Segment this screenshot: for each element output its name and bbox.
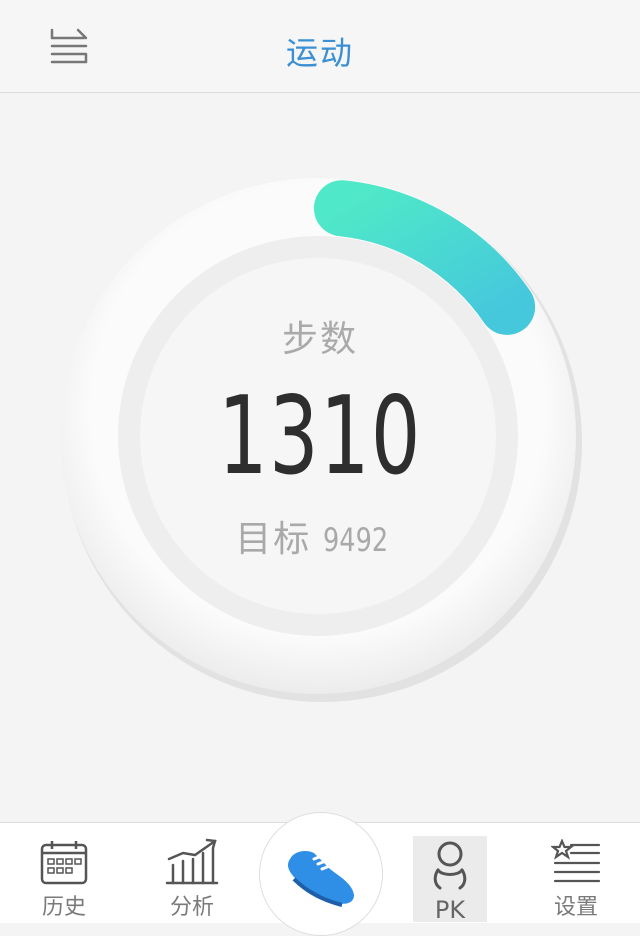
tab-pk[interactable]: PK	[413, 836, 487, 924]
steps-count: 1310	[218, 374, 422, 499]
tab-history-label: 历史	[41, 895, 86, 920]
tab-analysis-label: 分析	[169, 895, 214, 920]
activity-ring: 步数 1310 目标 9492	[0, 92, 640, 822]
goal-label: 目标	[235, 519, 312, 560]
goal-row: 目标 9492	[0, 510, 640, 562]
tab-activity[interactable]	[259, 812, 383, 936]
settings-list-icon	[551, 839, 601, 883]
tab-settings-label: 设置	[553, 895, 598, 920]
person-icon	[433, 841, 467, 890]
chart-icon	[165, 838, 219, 885]
calendar-icon	[40, 841, 88, 885]
tab-pk-label: PK	[434, 896, 466, 924]
goal-value: 9492	[323, 521, 389, 559]
sneaker-icon	[288, 851, 354, 907]
steps-label: 步数	[281, 319, 358, 360]
tab-history[interactable]: 历史	[14, 823, 114, 923]
tab-settings[interactable]: 设置	[526, 823, 626, 923]
page-title: 运动	[285, 34, 354, 72]
tab-analysis[interactable]: 分析	[142, 823, 242, 923]
header: 运动	[0, 0, 640, 93]
